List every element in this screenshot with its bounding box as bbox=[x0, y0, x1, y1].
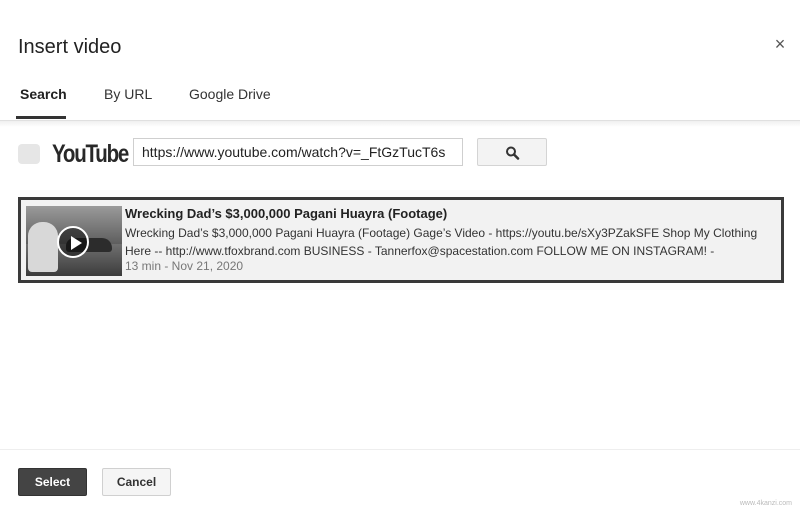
video-thumbnail bbox=[26, 206, 122, 276]
video-title: Wrecking Dad’s $3,000,000 Pagani Huayra … bbox=[125, 206, 448, 221]
insert-video-dialog: Insert video × Search By URL Google Driv… bbox=[0, 0, 800, 511]
active-tab-indicator bbox=[16, 116, 66, 119]
footer-divider bbox=[0, 449, 800, 450]
video-description: Wrecking Dad’s $3,000,000 Pagani Huayra … bbox=[125, 226, 758, 258]
search-icon bbox=[506, 146, 520, 160]
youtube-logo: YouTube bbox=[18, 140, 129, 168]
cancel-button[interactable]: Cancel bbox=[102, 468, 171, 496]
youtube-brand-text: YouTube bbox=[52, 140, 129, 168]
dialog-title: Insert video bbox=[18, 36, 122, 58]
video-meta: 13 min - Nov 21, 2020 bbox=[125, 259, 244, 273]
search-button[interactable] bbox=[477, 138, 547, 166]
close-icon[interactable]: × bbox=[772, 35, 788, 53]
select-button[interactable]: Select bbox=[18, 468, 87, 496]
tab-search[interactable]: Search bbox=[20, 86, 67, 112]
tab-bar: Search By URL Google Drive bbox=[0, 86, 800, 120]
video-url-input[interactable] bbox=[133, 138, 463, 166]
tab-by-url[interactable]: By URL bbox=[104, 86, 152, 112]
watermark-text: www.4kanzi.com bbox=[739, 500, 792, 507]
tabs-divider-shadow bbox=[0, 121, 800, 127]
play-icon bbox=[57, 226, 89, 258]
video-result-item[interactable]: Wrecking Dad’s $3,000,000 Pagani Huayra … bbox=[18, 197, 784, 283]
youtube-mark-icon bbox=[18, 144, 40, 164]
tab-google-drive[interactable]: Google Drive bbox=[189, 86, 271, 112]
